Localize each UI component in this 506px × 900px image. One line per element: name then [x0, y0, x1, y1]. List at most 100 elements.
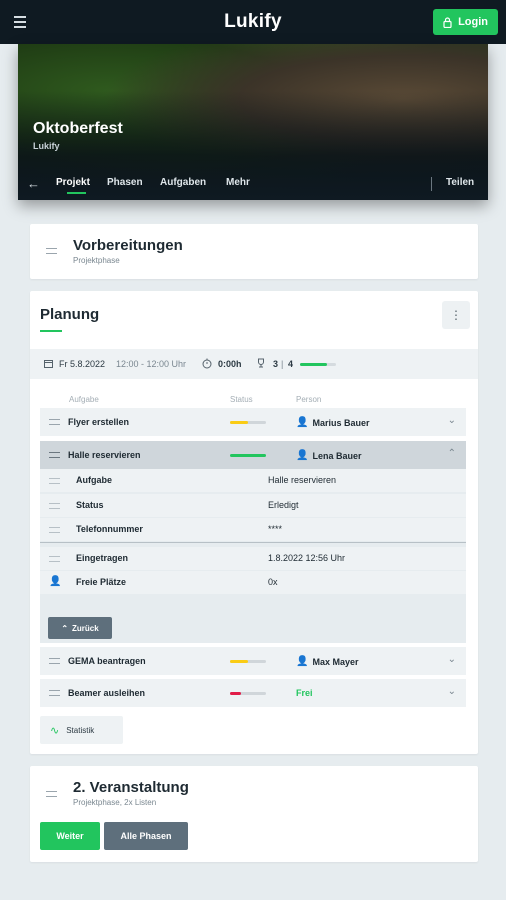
detail-label: Aufgabe — [76, 475, 112, 485]
chevron-down-icon[interactable]: ⌄ — [448, 686, 456, 697]
menu-icon[interactable] — [12, 13, 28, 31]
detail-label: Telefonnummer — [76, 524, 143, 534]
meta-separator: | — [281, 359, 284, 369]
drag-handle-icon[interactable] — [49, 556, 60, 562]
person-icon: 👤 — [296, 656, 309, 667]
column-header-task: Aufgabe — [69, 395, 99, 404]
drag-handle-icon[interactable] — [49, 527, 60, 533]
task-detail-panel: Aufgabe Halle reservieren Status Erledig… — [40, 469, 466, 643]
phase-progress-fill — [300, 363, 327, 366]
task-status-bar — [230, 692, 266, 695]
phase-progress-bar — [300, 363, 336, 366]
meta-date: Fr 5.8.2022 — [59, 359, 106, 369]
drag-handle-icon[interactable] — [46, 791, 57, 797]
phase-title: Vorbereitungen — [73, 237, 183, 254]
phase-meta-bar: Fr 5.8.2022 12:00 - 12:00 Uhr 0:00h 3 | … — [30, 349, 478, 379]
title-accent-line — [40, 330, 62, 332]
back-button[interactable]: ⌃ Zurück — [48, 617, 112, 639]
share-button[interactable]: Teilen — [446, 177, 474, 188]
detail-label: Eingetragen — [76, 553, 129, 563]
task-person[interactable]: 👤 Lena Bauer — [296, 450, 361, 461]
task-status-bar — [230, 454, 266, 457]
tab-projekt[interactable]: Projekt — [56, 177, 90, 188]
drag-handle-icon[interactable] — [49, 658, 60, 664]
next-button[interactable]: Weiter — [40, 822, 100, 850]
detail-row: Aufgabe Halle reservieren — [40, 469, 466, 492]
statistics-button[interactable]: ∿ Statistik — [40, 716, 123, 744]
task-name: Beamer ausleihen — [68, 688, 146, 698]
chart-line-icon: ∿ — [50, 724, 60, 737]
chevron-up-icon[interactable]: ⌃ — [448, 448, 456, 459]
task-person[interactable]: 👤 Marius Bauer — [296, 417, 369, 428]
task-status-bar — [230, 421, 266, 424]
drag-handle-icon[interactable] — [46, 248, 57, 254]
drag-handle-icon[interactable] — [49, 503, 60, 509]
task-row[interactable]: Beamer ausleihen Frei ⌄ — [40, 679, 466, 707]
meta-done-count: 3 — [273, 359, 279, 369]
task-status-fill — [230, 660, 248, 663]
lock-icon — [443, 16, 452, 28]
person-name: Lena Bauer — [312, 450, 362, 461]
task-person[interactable]: 👤 Max Mayer — [296, 656, 358, 667]
detail-value: Halle reservieren — [268, 475, 337, 485]
meta-time: 12:00 - 12:00 Uhr — [116, 359, 187, 369]
app-title: Lukify — [224, 11, 282, 32]
back-arrow-icon[interactable]: ← — [27, 176, 40, 191]
task-row-expanded[interactable]: Halle reservieren 👤 Lena Bauer ⌃ — [40, 441, 466, 469]
calendar-icon — [44, 360, 53, 368]
chevron-down-icon[interactable]: ⌄ — [448, 415, 456, 426]
tab-mehr[interactable]: Mehr — [226, 177, 250, 188]
kebab-icon: ⋮ — [450, 308, 462, 322]
task-row[interactable]: Flyer erstellen 👤 Marius Bauer ⌄ — [40, 408, 466, 436]
login-button[interactable]: Login — [433, 9, 498, 35]
active-tab-indicator — [67, 192, 86, 194]
task-name: Halle reservieren — [68, 450, 141, 460]
task-status-bar — [230, 660, 266, 663]
stopwatch-icon — [202, 358, 212, 369]
detail-row: Status Erledigt — [40, 494, 466, 517]
app-bar: Lukify Login — [0, 0, 506, 44]
task-status-fill — [230, 421, 248, 424]
project-title: Oktoberfest — [33, 120, 123, 137]
tab-aufgaben[interactable]: Aufgaben — [160, 177, 206, 188]
phase-title: 2. Veranstaltung — [73, 779, 189, 796]
drag-handle-icon[interactable] — [49, 690, 60, 696]
detail-label: Freie Plätze — [76, 577, 127, 587]
project-hero: Oktoberfest Lukify ← Projekt Phasen Aufg… — [18, 44, 488, 200]
task-person-free[interactable]: Frei — [296, 688, 313, 698]
person-icon: 👤 — [296, 417, 309, 428]
nav-divider — [431, 177, 432, 191]
detail-value: 1.8.2022 12:56 Uhr — [268, 553, 346, 563]
task-name: GEMA beantragen — [68, 656, 146, 666]
person-name: Max Mayer — [312, 656, 359, 667]
chevron-down-icon[interactable]: ⌄ — [448, 654, 456, 665]
phase-card-planung: Planung ⋮ Fr 5.8.2022 12:00 - 12:00 Uhr … — [30, 291, 478, 754]
detail-row: Telefonnummer **** — [40, 518, 466, 541]
phase-card-vorbereitungen[interactable]: Vorbereitungen Projektphase — [30, 224, 478, 279]
drag-handle-icon[interactable] — [49, 452, 60, 458]
meta-duration: 0:00h — [218, 359, 242, 369]
detail-row: Eingetragen 1.8.2022 12:56 Uhr — [40, 547, 466, 570]
detail-value: Erledigt — [268, 500, 299, 510]
drag-handle-icon[interactable] — [49, 478, 60, 484]
person-name: Marius Bauer — [312, 417, 370, 428]
all-phases-button[interactable]: Alle Phasen — [104, 822, 188, 850]
detail-label: Status — [76, 500, 104, 510]
trophy-icon — [258, 358, 264, 368]
more-options-button[interactable]: ⋮ — [442, 301, 470, 329]
column-header-status: Status — [230, 395, 253, 404]
login-label: Login — [458, 16, 488, 28]
task-row[interactable]: GEMA beantragen 👤 Max Mayer ⌄ — [40, 647, 466, 675]
detail-row: 👤 Freie Plätze 0x — [40, 571, 466, 594]
meta-total-count: 4 — [288, 359, 294, 369]
phase-title: Planung — [40, 306, 100, 323]
task-status-fill — [230, 692, 241, 695]
task-name: Flyer erstellen — [68, 417, 130, 427]
tab-phasen[interactable]: Phasen — [107, 177, 143, 188]
phase-subtitle: Projektphase, 2x Listen — [73, 798, 157, 807]
phase-card-veranstaltung[interactable]: 2. Veranstaltung Projektphase, 2x Listen… — [30, 766, 478, 862]
task-status-fill — [230, 454, 266, 457]
person-icon: 👤 — [296, 450, 309, 461]
drag-handle-icon[interactable] — [49, 419, 60, 425]
back-label: Zurück — [72, 623, 99, 633]
